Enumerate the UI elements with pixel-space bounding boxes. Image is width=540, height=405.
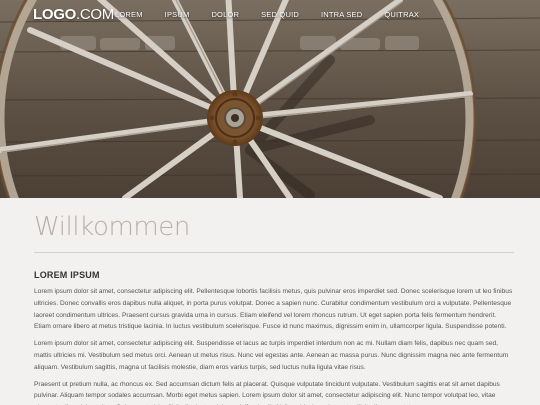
nav-item-ipsum[interactable]: IPSUM — [165, 10, 190, 19]
nav-item-sed-quid[interactable]: SED QUID — [261, 10, 299, 19]
nav-item-quitrax[interactable]: QUITRAX — [384, 10, 419, 19]
title-divider — [34, 252, 514, 253]
body-paragraph-2: Lorem ipsum dolor sit amet, consectetur … — [34, 340, 509, 371]
page-title: Willkommen — [34, 212, 190, 242]
section-heading: LOREM IPSUM — [34, 270, 100, 280]
nav-item-lorem[interactable]: LOREM — [115, 10, 143, 19]
main-menu: LOREM IPSUM DOLOR SED QUID INTRA SED QUI… — [115, 10, 441, 19]
site-logo[interactable]: LOGO.COM — [33, 6, 114, 23]
nav-item-dolor[interactable]: DOLOR — [211, 10, 239, 19]
body-paragraph-3: Praesent ut pretium nulla, ac rhoncus ex… — [34, 380, 500, 405]
nav-item-intra-sed[interactable]: INTRA SED — [321, 10, 362, 19]
body-paragraph-1: Lorem ipsum dolor sit amet, consectetur … — [34, 288, 513, 331]
main-content: Willkommen LOREM IPSUM Lorem ipsum dolor… — [34, 198, 514, 405]
top-navigation-bar: LOGO.COM LOREM IPSUM DOLOR SED QUID INTR… — [0, 0, 540, 30]
